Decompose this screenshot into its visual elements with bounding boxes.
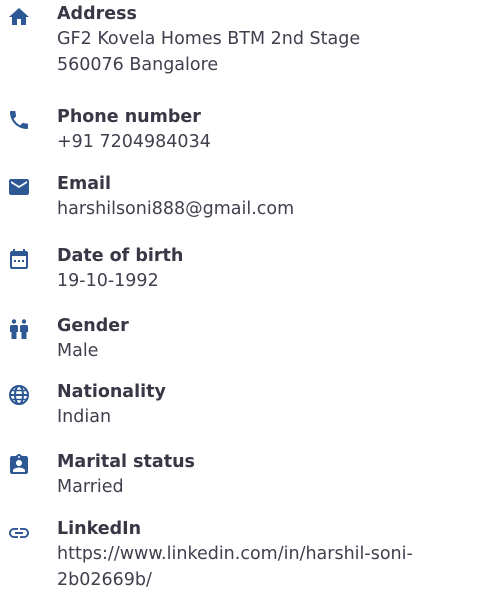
- phone-value-link[interactable]: +91 7204984034: [57, 129, 477, 155]
- linkedin-url-line-1[interactable]: https://www.linkedin.com/in/harshil-soni…: [57, 541, 477, 567]
- phone-label: Phone number: [57, 107, 201, 127]
- nationality-label: Nationality: [57, 382, 166, 402]
- link-icon: [7, 521, 31, 545]
- address-line-1: GF2 Kovela Homes BTM 2nd Stage: [57, 29, 361, 49]
- address-label: Address: [57, 4, 137, 24]
- home-icon: [7, 5, 31, 29]
- calendar-icon: [7, 247, 31, 271]
- people-icon: [7, 317, 31, 341]
- gender-value: Male: [57, 341, 99, 361]
- linkedin-url-line-2[interactable]: 2b02669b/: [57, 567, 477, 593]
- id-badge-icon: [7, 453, 31, 477]
- date-of-birth-value: 19-10-1992: [57, 271, 159, 291]
- date-of-birth-label: Date of birth: [57, 246, 184, 266]
- marital-status-label: Marital status: [57, 452, 195, 472]
- phone-icon: [7, 108, 31, 132]
- mail-icon: [7, 175, 31, 199]
- nationality-value: Indian: [57, 407, 112, 427]
- marital-status-value: Married: [57, 477, 124, 497]
- email-value-link[interactable]: harshilsoni888@gmail.com: [57, 196, 477, 222]
- globe-icon: [7, 383, 31, 407]
- gender-label: Gender: [57, 316, 129, 336]
- personal-info-list: Address GF2 Kovela Homes BTM 2nd Stage 5…: [0, 0, 481, 607]
- address-line-2: 560076 Bangalore: [57, 55, 219, 75]
- email-label: Email: [57, 174, 111, 194]
- linkedin-label: LinkedIn: [57, 519, 142, 539]
